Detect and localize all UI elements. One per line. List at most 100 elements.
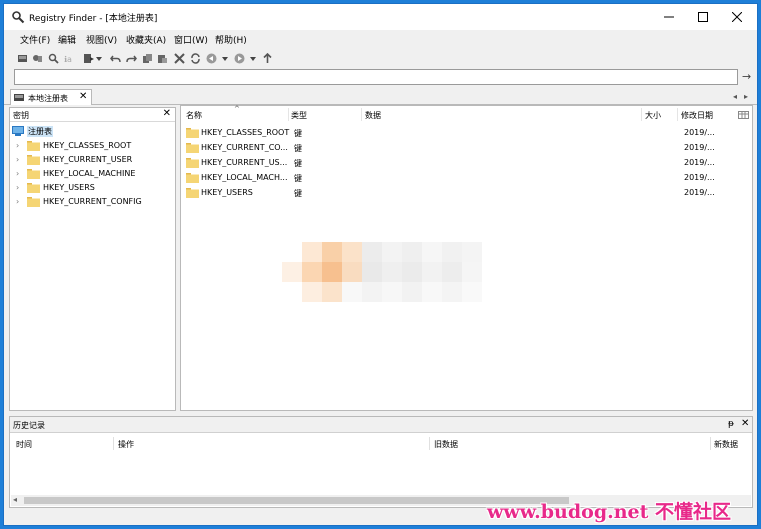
key-tree-close-icon[interactable]: ✕ — [163, 108, 171, 119]
menu-favorites[interactable]: 收藏夹(A) — [126, 33, 166, 46]
refresh-icon[interactable] — [190, 53, 201, 64]
magnifier-app-icon — [12, 11, 25, 24]
remote-registry-icon[interactable] — [32, 53, 43, 64]
window-title: Registry Finder - [本地注册表] — [29, 14, 158, 24]
new-item-icon[interactable] — [83, 53, 94, 64]
menu-view[interactable]: 视图(V) — [86, 33, 117, 46]
list-row[interactable]: HKEY_CLASSES_ROOT 键 2019/... — [181, 126, 752, 141]
tree-node-label: HKEY_LOCAL_MACHINE — [43, 169, 136, 178]
scroll-left-icon[interactable]: ◂ — [13, 495, 17, 504]
column-divider[interactable] — [429, 437, 430, 450]
close-icon — [732, 12, 742, 22]
expand-arrow-icon[interactable]: › — [16, 169, 19, 178]
undo-icon[interactable] — [110, 53, 121, 64]
folder-icon — [186, 128, 199, 138]
paste-icon[interactable] — [157, 53, 168, 64]
forward-history-chevron-down-icon[interactable] — [250, 53, 256, 64]
history-column-time[interactable]: 时间 — [16, 439, 32, 450]
menu-edit[interactable]: 编辑 — [58, 33, 76, 46]
folder-icon — [27, 197, 40, 207]
history-column-old-data[interactable]: 旧数据 — [434, 439, 458, 450]
tab-label: 本地注册表 — [28, 94, 68, 103]
go-arrow-icon[interactable]: → — [742, 70, 751, 83]
expand-arrow-icon[interactable]: › — [16, 183, 19, 192]
list-row[interactable]: HKEY_CURRENT_CO... 键 2019/... — [181, 141, 752, 156]
tree-node-label: HKEY_CURRENT_CONFIG — [43, 197, 142, 206]
row-name: HKEY_LOCAL_MACH... — [201, 173, 288, 182]
column-divider[interactable] — [677, 108, 678, 121]
row-type: 键 — [294, 129, 302, 138]
expand-arrow-icon[interactable]: › — [16, 197, 19, 206]
forward-icon[interactable] — [234, 53, 245, 64]
column-header-data[interactable]: 数据 — [365, 110, 381, 121]
row-date: 2019/... — [684, 143, 715, 152]
tree-root-label: 注册表 — [27, 126, 53, 137]
close-button[interactable] — [720, 4, 754, 30]
sort-ascending-icon: ^ — [234, 105, 240, 113]
history-close-icon[interactable]: ✕ — [741, 418, 749, 429]
history-column-action[interactable]: 操作 — [118, 439, 134, 450]
maximize-button[interactable] — [686, 4, 720, 30]
row-name: HKEY_CURRENT_CO... — [201, 143, 288, 152]
folder-icon — [27, 169, 40, 179]
expand-arrow-icon[interactable]: › — [16, 141, 19, 150]
app-window: Registry Finder - [本地注册表] 文件(F) 编辑 视图(V)… — [3, 3, 758, 526]
tree-node-label: HKEY_CLASSES_ROOT — [43, 141, 132, 150]
tree-node-label: HKEY_USERS — [43, 183, 95, 192]
toolbar: ℹa — [4, 48, 757, 68]
menu-file[interactable]: 文件(F) — [20, 33, 50, 46]
row-date: 2019/... — [684, 188, 715, 197]
column-divider[interactable] — [710, 437, 711, 450]
history-column-new-data[interactable]: 新数据 — [714, 439, 738, 450]
row-name: HKEY_USERS — [201, 188, 253, 197]
tab-close-icon[interactable]: ✕ — [79, 91, 87, 102]
tab-scroll-left-icon[interactable]: ◂ — [733, 92, 737, 101]
copy-icon[interactable] — [142, 53, 153, 64]
column-header-modified[interactable]: 修改日期 — [681, 110, 713, 121]
column-header-size[interactable]: 大小 — [645, 110, 661, 121]
delete-icon[interactable] — [174, 53, 185, 64]
column-divider[interactable] — [288, 108, 289, 121]
folder-icon — [27, 141, 40, 151]
folder-icon — [27, 155, 40, 165]
column-divider[interactable] — [641, 108, 642, 121]
title-bar: Registry Finder - [本地注册表] — [4, 4, 757, 30]
tab-local-registry[interactable]: 本地注册表 ✕ — [10, 89, 92, 105]
row-type: 键 — [294, 174, 302, 183]
history-title: 历史记录 — [13, 421, 45, 430]
history-header: 历史记录 ᵽ ✕ — [10, 417, 752, 433]
row-date: 2019/... — [684, 128, 715, 137]
replace-icon[interactable]: ℹa — [64, 53, 75, 64]
expand-arrow-icon[interactable]: › — [16, 155, 19, 164]
pixelated-blur-block — [282, 242, 482, 302]
address-input[interactable] — [14, 69, 738, 85]
column-divider[interactable] — [361, 108, 362, 121]
redo-icon[interactable] — [126, 53, 137, 64]
column-chooser-icon[interactable] — [738, 111, 749, 119]
find-icon[interactable] — [48, 53, 59, 64]
up-arrow-icon[interactable] — [262, 53, 273, 64]
list-row[interactable]: HKEY_CURRENT_US... 键 2019/... — [181, 156, 752, 171]
row-name: HKEY_CURRENT_US... — [201, 158, 288, 167]
chevron-down-icon[interactable] — [96, 53, 102, 64]
local-registry-icon[interactable] — [17, 53, 28, 64]
pin-icon[interactable]: ᵽ — [728, 419, 734, 429]
tab-scroll-right-icon[interactable]: ▸ — [744, 92, 748, 101]
minimize-icon — [664, 16, 674, 18]
row-name: HKEY_CLASSES_ROOT — [201, 128, 290, 137]
registry-tab-icon — [14, 94, 24, 101]
column-header-name[interactable]: 名称 — [186, 110, 202, 121]
column-divider[interactable] — [113, 437, 114, 450]
folder-icon — [186, 188, 199, 198]
back-icon[interactable] — [206, 53, 217, 64]
key-tree-pane: 密钥 ✕ 注册表 › HKEY_CLASSES_ROOT › HKEY_CURR… — [9, 107, 176, 411]
column-header-type[interactable]: 类型 — [291, 110, 307, 121]
list-row[interactable]: HKEY_USERS 键 2019/... — [181, 186, 752, 201]
folder-icon — [186, 143, 199, 153]
svg-text:ℹa: ℹa — [64, 55, 72, 64]
menu-window[interactable]: 窗口(W) — [174, 33, 208, 46]
back-history-chevron-down-icon[interactable] — [222, 53, 228, 64]
menu-help[interactable]: 帮助(H) — [215, 33, 247, 46]
minimize-button[interactable] — [652, 4, 686, 30]
list-row[interactable]: HKEY_LOCAL_MACH... 键 2019/... — [181, 171, 752, 186]
